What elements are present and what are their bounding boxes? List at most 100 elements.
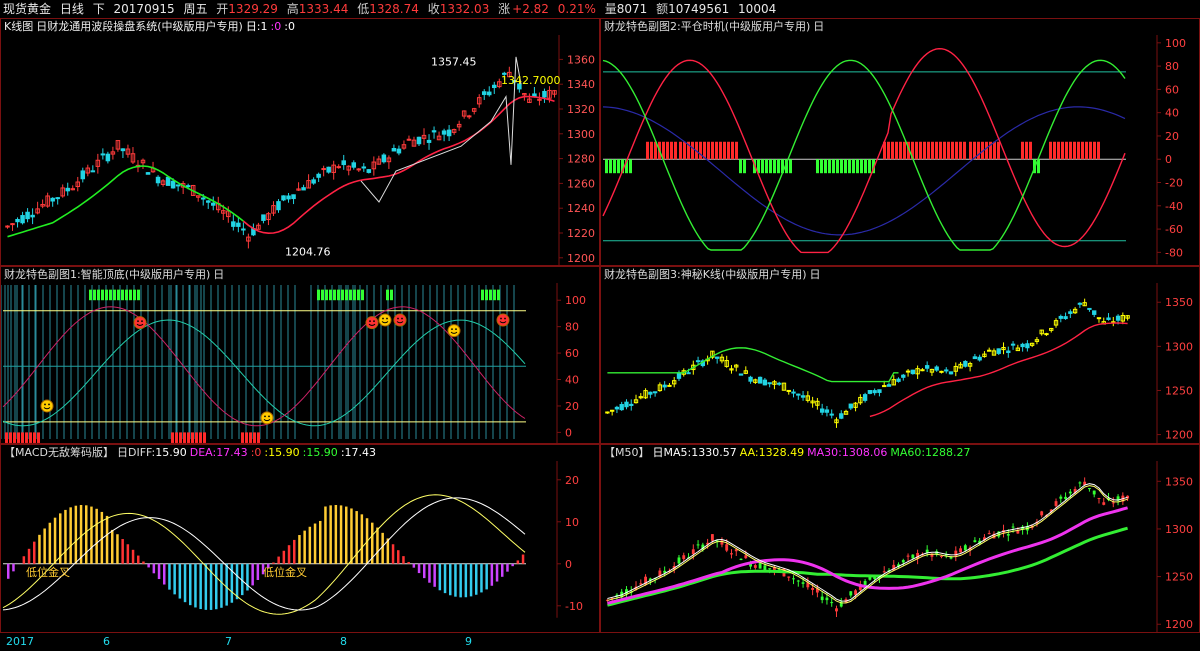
macd-histogram-bar xyxy=(215,563,218,610)
exit-signal-bar xyxy=(719,141,722,160)
macd-histogram-bar xyxy=(256,563,260,580)
macd-panel[interactable]: 【MACD无敌筹码版】 日DIFF:15.90 DEA:17.43:0:15.90:… xyxy=(0,444,600,633)
mystic-kline-panel[interactable]: 财龙特色副图3:神秘K线(中级版用户专用) 日 1350 1300 1250 1200 xyxy=(600,266,1200,444)
top-signal-bar xyxy=(325,289,328,301)
hold-signal-bar xyxy=(609,159,612,174)
macd-diff-value: 15.90 xyxy=(155,446,187,459)
hold-signal-bar xyxy=(629,159,632,174)
candle-body xyxy=(55,197,60,200)
macd-histogram-bar xyxy=(53,517,57,564)
top-signal-bar xyxy=(333,289,336,301)
candle-body xyxy=(848,403,853,409)
candle-body xyxy=(326,166,331,173)
exit-signal-bar xyxy=(931,141,934,160)
kline-panel[interactable]: K线图 日财龙通用波段操盘系统(中级版用户专用) 日:1:0:0 1360 1340 1… xyxy=(0,18,600,266)
exit-signal-bar xyxy=(1077,141,1080,160)
quote-weekday: 周五 xyxy=(183,2,208,16)
ma-chart[interactable]: 1350 1300 1250 1200 xyxy=(601,445,1200,633)
kline-title: K线图 xyxy=(4,20,34,33)
macd-histogram-bar xyxy=(298,535,301,564)
change-value: +2.82 xyxy=(512,2,549,16)
indicator-tick-label: 40 xyxy=(565,374,579,387)
volume-value: 8071 xyxy=(616,2,648,16)
candle-body xyxy=(839,413,844,419)
bottom-signal-bar xyxy=(199,432,202,443)
period-label[interactable]: 日线 xyxy=(60,2,84,16)
mystic-kline-chart[interactable]: 1350 1300 1250 1200 xyxy=(601,267,1200,444)
macd-histogram-bar xyxy=(475,563,478,595)
exit-timing-chart[interactable]: 100 80 60 40 20 0 -20 -40 -60 -80 xyxy=(601,19,1200,266)
candle-body xyxy=(820,596,824,601)
exit-signal-bar xyxy=(646,141,649,160)
top-signal-bar xyxy=(105,289,108,301)
top-signal-bar xyxy=(101,289,104,301)
kline-chart[interactable]: 1360 1340 1320 1300 1280 1260 1240 1220 1200 1357… xyxy=(1,19,600,266)
face-eye xyxy=(48,403,50,406)
bottom-signal-bar xyxy=(249,432,252,443)
macd-histogram-bar xyxy=(490,563,494,586)
ma-panel[interactable]: 【M50】 日MA5:1330.57 AA:1328.49 MA30:1308.06 M… xyxy=(600,444,1200,633)
candle-body xyxy=(825,597,829,601)
smart-top-bottom-panel[interactable]: 财龙特色副图1:智能顶底(中级版用户专用) 日 100 80 60 40 20 0 xyxy=(0,266,600,444)
exit-signal-bar xyxy=(891,141,894,160)
macd-histogram-bar xyxy=(105,515,109,564)
macd-histogram-bar xyxy=(85,505,88,564)
candle-body xyxy=(906,555,910,557)
hold-signal-bar xyxy=(816,159,819,174)
candle-body xyxy=(753,565,757,568)
hold-signal-bar xyxy=(789,159,792,174)
bottom-signal-bar xyxy=(253,432,256,443)
candle-body xyxy=(236,222,241,227)
macd-histogram-bar xyxy=(90,506,93,564)
candle-body xyxy=(1068,491,1072,494)
top-signal-bar xyxy=(489,289,492,301)
candle-body xyxy=(1059,496,1063,499)
symbol-name[interactable]: 现货黄金 xyxy=(3,2,51,16)
sub2-title: 财龙特色副图2:平仓时机(中级版用户专用) xyxy=(604,20,811,33)
candle-body xyxy=(767,382,772,385)
sub1-icon[interactable]: 日 xyxy=(213,268,224,281)
candle-body xyxy=(286,195,291,200)
macd-histogram-bar xyxy=(376,527,379,564)
bottom-signal-bar xyxy=(37,432,40,443)
aa-label: AA: xyxy=(739,446,759,459)
indicator-tick-label: 20 xyxy=(565,400,579,413)
macd-histogram-bar xyxy=(142,561,145,564)
candle-body xyxy=(639,583,643,585)
price-tick-label: 1200 xyxy=(1165,429,1193,442)
hold-signal-bar xyxy=(836,159,839,174)
hold-signal-bar xyxy=(739,159,742,174)
macd-histogram-bar xyxy=(168,563,171,590)
sub3-icon[interactable]: 日 xyxy=(810,268,821,281)
face-eye xyxy=(500,317,502,320)
candle-body xyxy=(175,184,181,187)
ma5-label: 日MA5: xyxy=(652,446,692,459)
face-eye xyxy=(401,317,403,320)
exit-signal-bar xyxy=(666,141,669,160)
exit-signal-bar xyxy=(1097,141,1100,160)
candle-body xyxy=(481,91,487,95)
exit-signal-bar xyxy=(943,141,946,160)
candle-body xyxy=(145,172,151,175)
candle-body xyxy=(416,136,422,145)
macd-histogram-bar xyxy=(423,563,426,579)
exit-signal-bar xyxy=(959,141,962,160)
candle-body xyxy=(925,549,929,553)
top-signal-bar xyxy=(89,289,92,301)
top-signal-bar xyxy=(349,289,352,301)
macd-histogram-bar xyxy=(95,508,98,564)
sub2-icon[interactable]: 日 xyxy=(813,20,824,33)
candle-body xyxy=(1054,501,1058,506)
candle-body xyxy=(492,84,497,89)
right-mode[interactable]: 下 xyxy=(93,2,105,16)
smart-top-bottom-chart[interactable]: 100 80 60 40 20 0 xyxy=(1,267,600,444)
macd-tick-label: 10 xyxy=(565,516,579,529)
exit-timing-panel[interactable]: 财龙特色副图2:平仓时机(中级版用户专用) 日 100 80 60 40 20 0 -20 -4… xyxy=(600,18,1200,266)
price-tick-label: 1240 xyxy=(567,202,595,215)
exit-signal-bar xyxy=(650,141,653,160)
candle-body xyxy=(619,404,624,411)
macd-histogram-bar xyxy=(48,522,52,564)
macd-chart[interactable]: 20 10 0 -10 低位金叉 低位金叉 xyxy=(1,445,600,633)
exit-signal-bar xyxy=(674,141,677,160)
macd-histogram-bar xyxy=(501,563,504,577)
